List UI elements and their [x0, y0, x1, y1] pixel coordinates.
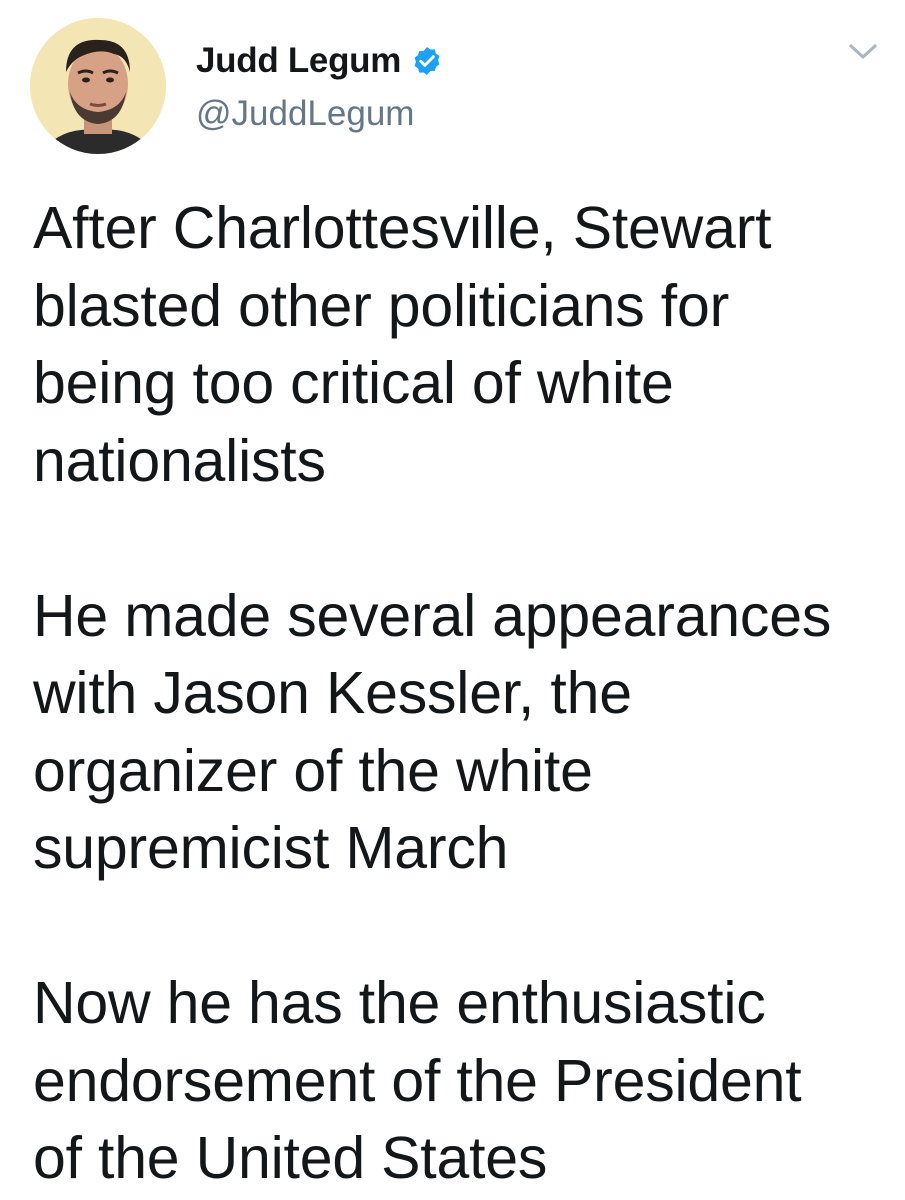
tweet-line: being too critical of white — [33, 350, 674, 416]
tweet-line: Now he has the enthusiastic — [33, 970, 766, 1036]
display-name[interactable]: Judd Legum — [196, 41, 401, 81]
tweet-line: blasted other politicians for — [33, 272, 730, 339]
tweet-paragraph: After Charlottesville, Stewart blasted o… — [33, 190, 883, 500]
tweet-line: He made several appearances — [33, 582, 832, 649]
chevron-down-icon[interactable] — [846, 38, 880, 66]
tweet-line: organizer of the white — [33, 737, 593, 804]
avatar-image — [30, 18, 166, 154]
tweet-paragraph: He made several appearances with Jason K… — [33, 578, 883, 888]
tweet-line: nationalists — [33, 427, 326, 494]
tweet-line: supremicist March — [33, 815, 509, 881]
tweet-line: of the United States — [33, 1125, 548, 1191]
tweet-line: endorsement of the President — [33, 1047, 802, 1114]
author-handle[interactable]: @JuddLegum — [196, 94, 414, 134]
author-name-row: Judd Legum — [196, 38, 443, 84]
verified-badge-icon — [411, 45, 443, 77]
avatar[interactable] — [30, 18, 166, 154]
tweet-paragraph: Now he has the enthusiastic endorsement … — [33, 965, 883, 1198]
tweet-line: After Charlottesville, Stewart — [33, 195, 772, 261]
tweet-text: After Charlottesville, Stewart blasted o… — [33, 190, 883, 1198]
tweet-line: with Jason Kessler, the — [33, 660, 632, 726]
